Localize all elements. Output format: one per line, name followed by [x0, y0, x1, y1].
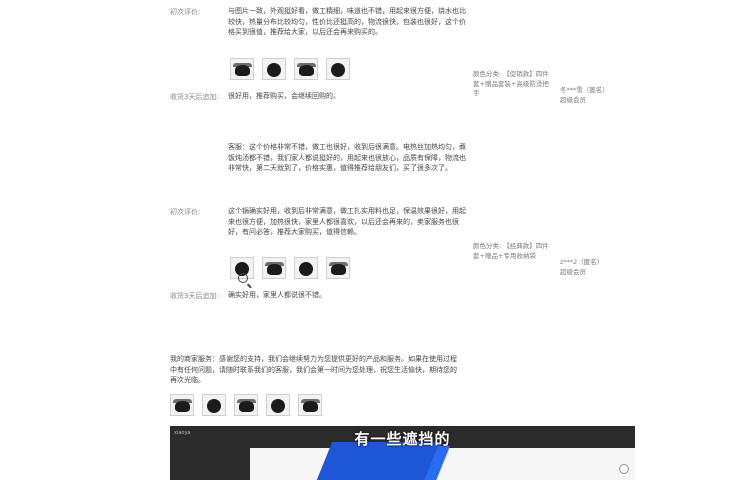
review-photo-thumbnail[interactable]: [170, 394, 194, 416]
review-photos: [230, 58, 350, 80]
review-label: 初次评价:: [170, 8, 201, 16]
review-photo-thumbnail[interactable]: [298, 394, 322, 416]
review-photo-thumbnail[interactable]: [234, 394, 258, 416]
review-video-player[interactable]: xiaoya 有一些遮挡的: [170, 426, 635, 480]
review-photo-thumbnail[interactable]: [262, 257, 286, 279]
review-photo-thumbnail[interactable]: [326, 257, 350, 279]
review-text: 与图片一致，外观挺好看，做工精细，味道也不错，用起来很方便，烧水也比较快，热量分…: [228, 7, 466, 36]
review-text: 这个锅确实好用，收到后非常满意，做工扎实用料也足，保温效果很好，用起来也很方便，…: [228, 207, 466, 236]
review-photo-thumbnail[interactable]: [266, 394, 290, 416]
reviewer-name: z***2（匿名）: [560, 258, 604, 266]
review-photo-thumbnail[interactable]: [294, 58, 318, 80]
review-label: 初次评价:: [170, 208, 201, 216]
reviewer-name: 冬***雪（匿名）: [560, 86, 609, 94]
review-photo-thumbnail[interactable]: [262, 58, 286, 80]
product-category: 颜色分类: 【经典款】四件套+赠品+专用收纳袋: [473, 242, 549, 260]
review-photo-thumbnail[interactable]: [326, 58, 350, 80]
review-photo-thumbnail[interactable]: [294, 257, 318, 279]
zoom-icon[interactable]: [238, 273, 248, 283]
reviewer-level: 超级会员: [560, 96, 586, 104]
followup-label: 收货3天后追加:: [170, 93, 219, 101]
seller-reply-text: 我的商家服务：感谢您的支持，我们会继续努力为您提供更好的产品和服务。如果在使用过…: [170, 355, 457, 384]
reviewer-level: 超级会员: [560, 268, 586, 276]
review-photo-thumbnail[interactable]: [230, 58, 254, 80]
play-control-icon[interactable]: [619, 464, 629, 474]
review-photos: [230, 257, 350, 279]
review-photo-thumbnail[interactable]: [202, 394, 226, 416]
review-text: 客服：这个价格非常不错，做工也很好，收到后很满意。电热丝加热均匀，煮饭炖汤都不错…: [228, 143, 466, 172]
review-photos: [170, 394, 322, 416]
product-category: 颜色分类: 【促销款】四件套+赠品套装+高级防烫把手: [473, 70, 549, 97]
video-caption: 有一些遮挡的: [354, 430, 451, 448]
followup-text: 确实好用，家里人都说很不错。: [228, 291, 326, 299]
followup-text: 很好用，推荐购买，会继续回购的。: [228, 92, 340, 100]
followup-label: 收货3天后追加:: [170, 292, 219, 300]
